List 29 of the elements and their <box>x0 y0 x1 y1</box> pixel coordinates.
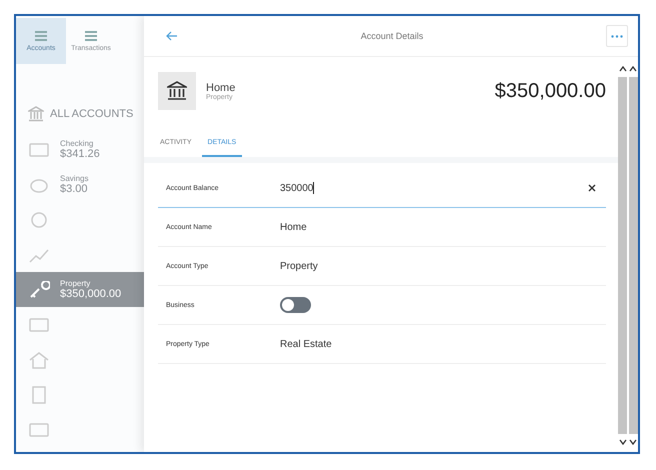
house-icon <box>28 350 50 368</box>
input-field[interactable]: 350000 <box>280 182 584 194</box>
account-name: Property <box>60 279 92 288</box>
account-item[interactable]: Checking $341.26 <box>16 132 144 167</box>
more-icon <box>611 34 623 38</box>
account-name: Checking <box>60 139 94 148</box>
scroll-down-icon[interactable] <box>619 438 637 446</box>
close-icon <box>588 184 596 192</box>
card-icon <box>28 420 50 438</box>
account-name: Savings <box>60 174 88 183</box>
scroll-up-icon[interactable] <box>619 65 637 73</box>
card-icon <box>28 316 50 334</box>
account-name: Home <box>206 82 236 94</box>
field-value: Real Estate <box>280 338 332 350</box>
account-balance: $3.00 <box>60 183 88 195</box>
list-icon <box>84 30 98 42</box>
panel-title: Account Details <box>360 31 424 41</box>
account-item[interactable]: Property $350,000.00 <box>16 272 144 307</box>
more-button[interactable] <box>606 25 628 47</box>
field-value: Home <box>280 222 307 232</box>
toggle-switch[interactable] <box>280 297 311 313</box>
account-balance: $341.26 <box>60 148 100 160</box>
account-item[interactable]: Savings $3.00 <box>16 167 144 202</box>
account-amount: $350,000.00 <box>494 80 606 102</box>
field-value: Property <box>280 260 318 272</box>
back-arrow-icon[interactable] <box>166 31 178 41</box>
key-icon <box>28 280 50 298</box>
account-balance: $350,000.00 <box>60 288 122 300</box>
all-accounts-label: ALL ACCOUNTS <box>50 108 134 120</box>
